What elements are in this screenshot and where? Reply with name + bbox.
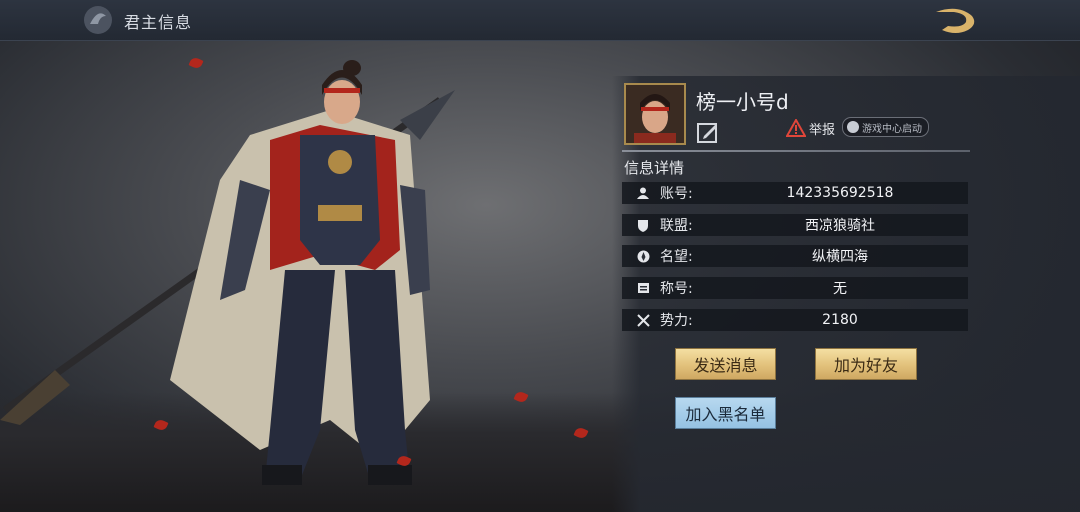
launch-badge: 游戏中心启动 xyxy=(842,117,929,137)
detail-row-account: 账号: 142335692518 xyxy=(622,182,968,204)
dragon-emblem-icon xyxy=(84,6,112,34)
top-bar: 君主信息 xyxy=(0,0,1080,41)
detail-value: 无 xyxy=(833,281,847,297)
warning-icon xyxy=(786,119,806,137)
game-center-icon xyxy=(847,121,859,133)
hero-character xyxy=(0,60,455,485)
send-message-button[interactable]: 发送消息 xyxy=(675,348,776,380)
launch-badge-label: 游戏中心启动 xyxy=(862,123,922,135)
player-name: 榜一小号d xyxy=(696,90,789,114)
detail-row-power: 势力: 2180 xyxy=(622,309,968,331)
page-title: 君主信息 xyxy=(124,13,193,32)
edit-icon[interactable] xyxy=(696,120,720,144)
detail-value: 142335692518 xyxy=(786,185,894,201)
detail-value: 纵横四海 xyxy=(812,249,868,265)
detail-value: 2180 xyxy=(822,312,858,328)
report-label: 举报 xyxy=(809,122,836,138)
avatar[interactable] xyxy=(624,83,686,145)
back-dragon-icon[interactable] xyxy=(928,4,980,36)
detail-row-title: 称号: 无 xyxy=(622,277,968,299)
add-blacklist-button[interactable]: 加入黑名单 xyxy=(675,397,776,429)
report-button[interactable]: 举报 xyxy=(786,118,835,138)
detail-value: 西凉狼骑社 xyxy=(805,218,875,234)
section-title: 信息详情 xyxy=(624,159,685,177)
divider xyxy=(622,150,970,152)
add-friend-button[interactable]: 加为好友 xyxy=(815,348,917,380)
detail-row-fame: 名望: 纵横四海 xyxy=(622,245,968,267)
detail-row-alliance: 联盟: 西凉狼骑社 xyxy=(622,214,968,236)
